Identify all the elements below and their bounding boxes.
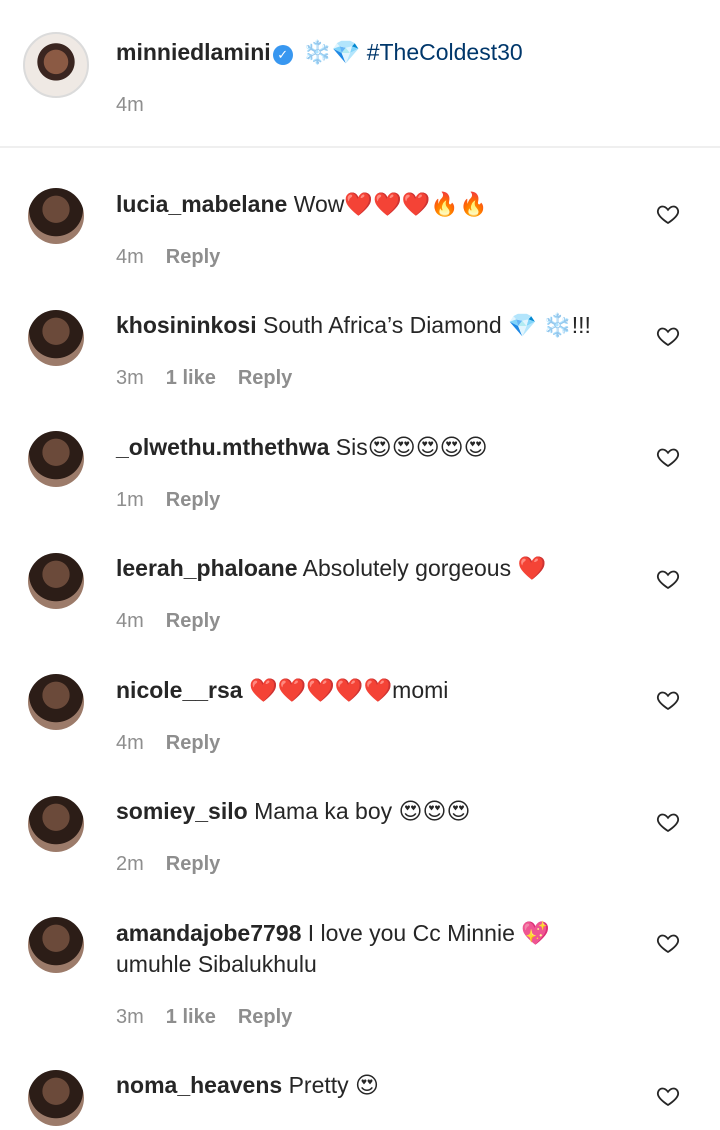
comment-timestamp: 4m: [116, 610, 144, 632]
comment-body: Mama ka boy 😍😍😍: [254, 798, 471, 824]
comment-text: somiey_silo Mama ka boy 😍😍😍: [116, 796, 621, 827]
caption-timestamp: 4m: [116, 94, 144, 116]
comment-text: _olwethu.mthethwa Sis😍😍😍😍😍: [116, 432, 621, 463]
like-heart-icon[interactable]: [656, 445, 680, 469]
caption-username[interactable]: minniedlamini: [116, 39, 271, 65]
avatar[interactable]: [28, 796, 84, 852]
like-heart-icon[interactable]: [656, 931, 680, 955]
reply-button[interactable]: Reply: [166, 246, 220, 268]
like-heart-icon[interactable]: [656, 567, 680, 591]
avatar[interactable]: [28, 1070, 84, 1126]
comment-timestamp: 4m: [116, 246, 144, 268]
divider: [0, 146, 720, 148]
comment-meta: 3m 1 like Reply: [116, 1005, 314, 1029]
comment-username[interactable]: leerah_phaloane: [116, 555, 298, 581]
reply-button[interactable]: Reply: [238, 367, 292, 389]
comment-username[interactable]: nicole__rsa: [116, 677, 243, 703]
comment-text: khosininkosi South Africa’s Diamond 💎 ❄️…: [116, 310, 621, 341]
comment-text: amandajobe7798 I love you Cc Minnie 💖 um…: [116, 918, 586, 980]
like-heart-icon[interactable]: [656, 688, 680, 712]
caption-meta: 4m: [116, 93, 166, 117]
avatar[interactable]: [28, 553, 84, 609]
comment-meta: 4m Reply: [116, 731, 242, 755]
comment-username[interactable]: _olwethu.mthethwa: [116, 434, 329, 460]
hashtag-link[interactable]: #TheColdest30: [367, 39, 523, 65]
post-caption: minniedlamini ✓ ❄️💎 #TheColdest30 4m: [0, 0, 720, 146]
comment-meta: 3m 1 like Reply: [116, 366, 314, 390]
verified-badge-icon: ✓: [272, 45, 293, 65]
comment-username[interactable]: khosininkosi: [116, 312, 257, 338]
avatar[interactable]: [28, 431, 84, 487]
comment-text: nicole__rsa ❤️❤️❤️❤️❤️momi: [116, 675, 621, 706]
like-heart-icon[interactable]: [656, 202, 680, 226]
reply-button[interactable]: Reply: [166, 732, 220, 754]
comment-body: Absolutely gorgeous ❤️: [302, 555, 547, 581]
comment-username[interactable]: amandajobe7798: [116, 920, 301, 946]
avatar[interactable]: [28, 188, 84, 244]
reply-button[interactable]: Reply: [166, 853, 220, 875]
like-heart-icon[interactable]: [656, 1084, 680, 1108]
like-heart-icon[interactable]: [656, 810, 680, 834]
comment-text: leerah_phaloane Absolutely gorgeous ❤️: [116, 553, 621, 584]
avatar[interactable]: [28, 674, 84, 730]
comment-text: noma_heavens Pretty 😍: [116, 1070, 621, 1101]
comment-timestamp: 3m: [116, 367, 144, 389]
reply-button[interactable]: Reply: [166, 489, 220, 511]
comment-username[interactable]: lucia_mabelane: [116, 191, 287, 217]
caption-text: minniedlamini ✓ ❄️💎 #TheColdest30: [116, 37, 621, 68]
comment-body: South Africa’s Diamond 💎 ❄️!!!: [262, 312, 591, 338]
avatar[interactable]: [28, 917, 84, 973]
comment-username[interactable]: somiey_silo: [116, 798, 248, 824]
comment-meta: 1m Reply: [116, 488, 242, 512]
caption-emoji: ❄️💎: [303, 39, 361, 65]
comment-timestamp: 4m: [116, 732, 144, 754]
avatar[interactable]: [23, 32, 89, 98]
comment-username[interactable]: noma_heavens: [116, 1072, 282, 1098]
avatar[interactable]: [28, 310, 84, 366]
reply-button[interactable]: Reply: [238, 1006, 292, 1028]
likes-count[interactable]: 1 like: [166, 1006, 216, 1028]
likes-count[interactable]: 1 like: [166, 367, 216, 389]
comment-meta: 4m Reply: [116, 609, 242, 633]
comment-timestamp: 1m: [116, 489, 144, 511]
comment-meta: 4m Reply: [116, 245, 242, 269]
reply-button[interactable]: Reply: [166, 610, 220, 632]
comment-body: ❤️❤️❤️❤️❤️momi: [248, 677, 449, 703]
comment-timestamp: 2m: [116, 853, 144, 875]
comment-body: Wow❤️❤️❤️🔥🔥: [293, 191, 488, 217]
comment-body: Sis😍😍😍😍😍: [335, 434, 488, 460]
comment-text: lucia_mabelane Wow❤️❤️❤️🔥🔥: [116, 189, 621, 220]
comment-meta: 2m Reply: [116, 852, 242, 876]
like-heart-icon[interactable]: [656, 324, 680, 348]
comment-timestamp: 3m: [116, 1006, 144, 1028]
comment-body: Pretty 😍: [288, 1072, 380, 1098]
